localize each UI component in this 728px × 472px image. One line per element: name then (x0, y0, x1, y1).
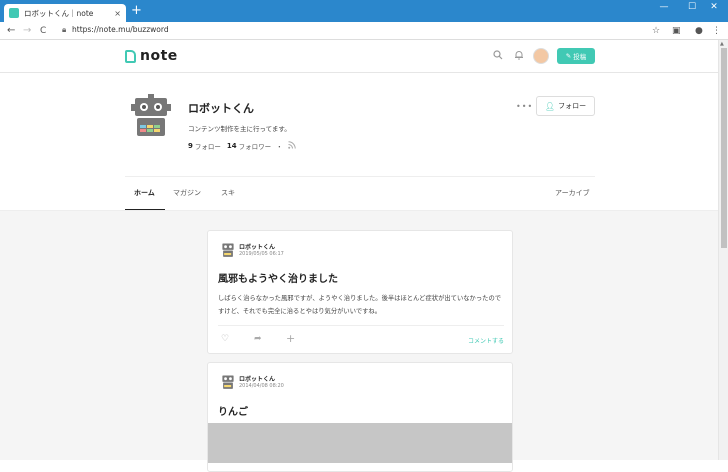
menu-icon[interactable]: ⋮ (712, 24, 721, 38)
forward-button[interactable]: → (23, 23, 31, 39)
post-author-avatar (221, 374, 235, 389)
new-tab-button[interactable]: + (131, 3, 142, 19)
post-button-label: 投稿 (573, 53, 587, 61)
post-author[interactable]: ロボットくん (239, 242, 275, 251)
feed-area: ロボットくん 2019/05/05 06:17 風邪もようやく治りました しばら… (0, 210, 718, 472)
account-icon[interactable]: ● (695, 24, 703, 38)
post-author-avatar (221, 242, 235, 257)
profile-name: ロボットくん (188, 102, 254, 115)
profile-avatar (131, 94, 171, 136)
heart-icon[interactable]: ♡ (221, 334, 229, 344)
scrollbar-thumb[interactable] (721, 48, 727, 248)
post-date: 2019/05/05 06:17 (239, 251, 284, 257)
search-icon[interactable] (493, 50, 503, 63)
close-window-button[interactable]: ✕ (700, 0, 728, 14)
back-button[interactable]: ← (7, 23, 15, 39)
bell-icon[interactable] (514, 50, 524, 63)
profile-stats: 9 フォロー 14 フォロワー ・ (188, 141, 296, 151)
post-image[interactable] (208, 423, 512, 463)
post-actions: ♡ ➦ + コメントする (218, 325, 504, 353)
followers-count[interactable]: 14 (227, 142, 237, 150)
site-header: note ✎ 投稿 (0, 40, 718, 73)
note-logo-icon (125, 49, 136, 63)
browser-titlebar: ロボットくん｜note × + — ☐ ✕ (0, 0, 728, 22)
browser-tab[interactable]: ロボットくん｜note × (4, 4, 126, 22)
pencil-icon: ✎ (565, 52, 572, 60)
follow-button[interactable]: 👤︎ フォロー (536, 96, 595, 116)
page-scrollbar[interactable]: ▲ (718, 40, 728, 460)
follow-button-label: フォロー (558, 102, 587, 110)
logo-text: note (140, 48, 178, 64)
post-title[interactable]: 風邪もようやく治りました (218, 270, 338, 285)
post-card[interactable]: ロボットくん 2014/04/08 08:20 りんご (207, 362, 513, 472)
post-body: しばらく治らなかった風邪ですが、ようやく治りました。後半はほとんど症状が出ていな… (218, 295, 502, 315)
post-title[interactable]: りんご (218, 403, 248, 418)
tab-title: ロボットくん｜note (24, 8, 94, 18)
tab-home[interactable]: ホーム (134, 188, 155, 198)
tab-close-button[interactable]: × (114, 9, 121, 18)
post-date: 2014/04/08 08:20 (239, 383, 284, 389)
following-count[interactable]: 9 (188, 142, 193, 150)
profile-tabs: ホーム マガジン スキ アーカイブ (125, 176, 595, 211)
following-label[interactable]: フォロー (195, 141, 221, 151)
rss-icon[interactable] (287, 141, 296, 151)
followers-label[interactable]: フォロワー (239, 141, 272, 151)
post-author[interactable]: ロボットくん (239, 374, 275, 383)
lock-icon: 🔒︎ (62, 25, 67, 34)
post-button[interactable]: ✎ 投稿 (557, 48, 595, 64)
bookmark-star-icon[interactable]: ☆ (652, 24, 660, 38)
tab-like[interactable]: スキ (221, 188, 235, 198)
reload-button[interactable]: C (40, 23, 46, 39)
user-avatar[interactable] (533, 48, 549, 64)
extension-icon[interactable]: ▣ (672, 24, 681, 38)
minimize-button[interactable]: — (650, 0, 678, 14)
comment-link[interactable]: コメントする (468, 336, 504, 345)
browser-toolbar: ← → C 🔒︎ https://note.mu/buzzword ☆ ▣ ● … (0, 22, 728, 40)
post-card[interactable]: ロボットくん 2019/05/05 06:17 風邪もようやく治りました しばら… (207, 230, 513, 354)
profile-description: コンテンツ制作を主に行ってます。 (188, 125, 291, 133)
add-user-icon: 👤︎ (544, 101, 556, 111)
tab-archive[interactable]: アーカイブ (555, 188, 590, 198)
tab-magazine[interactable]: マガジン (173, 188, 201, 198)
share-icon[interactable]: ➦ (254, 334, 262, 344)
address-bar[interactable]: https://note.mu/buzzword (72, 25, 169, 34)
note-logo[interactable]: note (125, 48, 178, 64)
scroll-up-icon[interactable]: ▲ (720, 41, 724, 47)
more-options-button[interactable]: ••• (516, 102, 533, 111)
stats-separator: ・ (276, 143, 283, 151)
note-favicon-icon (9, 8, 19, 18)
add-to-magazine-icon[interactable]: + (286, 332, 295, 345)
